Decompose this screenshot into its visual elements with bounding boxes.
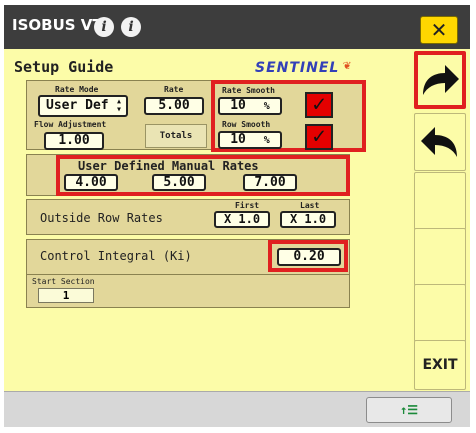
softkey-back[interactable] <box>414 113 466 171</box>
control-integral-field[interactable]: 0.20 <box>277 248 341 266</box>
manual-rate-1[interactable]: 4.00 <box>64 174 118 191</box>
sentinel-logo-mark: ❦ <box>343 58 351 73</box>
row-smooth-field[interactable]: 10 % <box>218 131 282 149</box>
rate-field[interactable]: 5.00 <box>144 97 204 115</box>
rate-mode-label: Rate Mode <box>55 85 99 94</box>
window-title: ISOBUS VT <box>12 16 103 34</box>
manual-rates-title: User Defined Manual Rates <box>78 159 259 173</box>
rate-mode-select[interactable]: User Def ▴ ▾ <box>38 95 128 117</box>
row-smooth-checkbox[interactable]: ✓ <box>305 124 333 150</box>
first-label: First <box>235 201 260 210</box>
spinner-icon: ▴ ▾ <box>115 96 122 115</box>
outside-row-first-field[interactable]: X 1.0 <box>214 211 270 228</box>
control-integral-label: Control Integral (Ki) <box>40 249 192 263</box>
last-label: Last <box>300 201 320 210</box>
row-smooth-label: Row Smooth <box>222 120 271 129</box>
outside-rows-label: Outside Row Rates <box>40 211 163 225</box>
sentinel-logo: SENTINEL <box>255 60 340 76</box>
row-smooth-value: 10 <box>230 132 246 147</box>
rate-smooth-field[interactable]: 10 % <box>218 97 282 115</box>
info-icon[interactable]: i <box>94 17 114 37</box>
rate-smooth-label: Rate Smooth <box>222 86 275 95</box>
softkey-next[interactable] <box>414 51 466 109</box>
info-icon-2[interactable]: i <box>121 17 141 37</box>
flow-adjustment-label: Flow Adjustment <box>34 120 107 129</box>
row-smooth-unit: % <box>263 135 270 146</box>
rate-mode-value: User Def <box>46 98 109 113</box>
page-title: Setup Guide <box>14 58 114 76</box>
flow-adjustment-field[interactable]: 1.00 <box>44 132 104 150</box>
rate-smooth-checkbox[interactable]: ✓ <box>305 92 333 118</box>
softkey-empty-1[interactable] <box>414 172 466 230</box>
totals-button[interactable]: Totals <box>145 124 207 148</box>
manual-rate-2[interactable]: 5.00 <box>152 174 206 191</box>
list-sort-icon: ↑☰ <box>400 403 418 417</box>
softkey-empty-3[interactable] <box>414 284 466 342</box>
rate-smooth-value: 10 <box>230 98 246 113</box>
start-section-field[interactable]: 1 <box>38 288 94 303</box>
rate-label: Rate <box>164 85 184 94</box>
softkey-exit[interactable]: EXIT <box>414 340 466 390</box>
arrow-back-icon <box>415 114 465 170</box>
outside-row-last-field[interactable]: X 1.0 <box>280 211 336 228</box>
close-button[interactable]: ✕ <box>420 16 458 44</box>
rate-smooth-unit: % <box>263 101 270 112</box>
arrow-forward-icon <box>418 55 462 105</box>
softkey-empty-2[interactable] <box>414 228 466 286</box>
list-sort-button[interactable]: ↑☰ <box>366 397 452 423</box>
exit-label: EXIT <box>422 357 458 373</box>
manual-rate-3[interactable]: 7.00 <box>243 174 297 191</box>
start-section-label: Start Section <box>32 277 95 286</box>
